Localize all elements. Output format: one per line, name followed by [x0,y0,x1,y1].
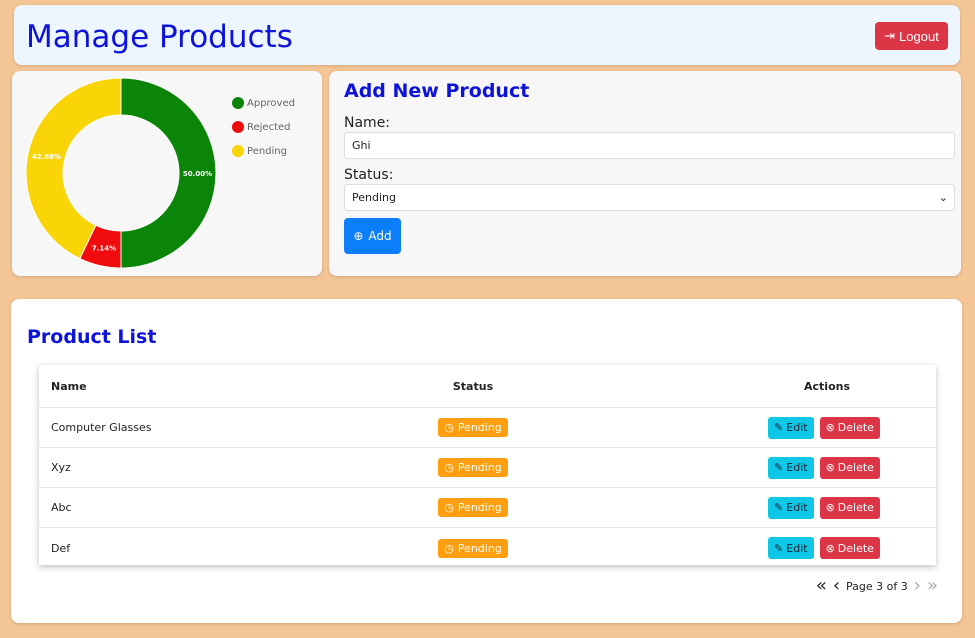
donut-chart: 50.00% 7.14% 42.86% [25,77,217,269]
legend-label-pending: Pending [247,145,287,157]
table-row: Def ◷ Pending ✎ Edit ⊗ Delete [39,528,936,568]
status-badge: ◷ Pending [438,458,508,477]
delete-icon: ⊗ [825,541,835,555]
name-input-value: Ghi [352,139,371,152]
product-name: Computer Glasses [51,421,152,434]
status-cell: ◷ Pending [373,408,573,447]
product-name: Abc [51,501,72,514]
chart-legend: Approved Rejected Pending [232,91,295,163]
page-title: Manage Products [26,19,293,55]
edit-icon: ✎ [774,541,784,555]
edit-button[interactable]: ✎ Edit [768,456,814,479]
actions-cell: ✎ Edit ⊗ Delete [727,408,927,447]
edit-button-label: Edit [786,461,808,474]
product-name: Def [51,541,71,555]
slice-label-pending: 42.86% [32,153,61,161]
edit-icon: ✎ [774,461,784,474]
add-button[interactable]: ⊕ Add [344,218,401,254]
edit-icon: ✎ [774,501,784,514]
clock-icon: ◷ [444,541,454,555]
delete-button-label: Delete [837,501,874,514]
next-page-icon[interactable]: › [914,577,921,595]
edit-icon: ✎ [774,421,784,434]
status-chart-panel: 50.00% 7.14% 42.86% Approved Rejected Pend… [12,71,322,276]
table-row: Computer Glasses ◷ Pending ✎ Edit ⊗ Delete [39,408,936,448]
last-page-icon[interactable]: » [927,577,938,595]
status-select-value: Pending [352,191,396,204]
legend-item-approved[interactable]: Approved [232,91,295,115]
name-label: Name: [344,115,391,131]
table-row: Abc ◷ Pending ✎ Edit ⊗ Delete [39,488,936,528]
page-header: Manage Products ⇥ Logout [14,5,960,65]
delete-icon: ⊗ [825,421,835,434]
status-cell: ◷ Pending [373,448,573,487]
column-header-actions: Actions [804,379,850,393]
delete-button-label: Delete [837,461,874,474]
status-badge: ◷ Pending [438,418,508,437]
column-header-status: Status [452,379,494,393]
logout-label: Logout [899,28,939,44]
edit-button[interactable]: ✎ Edit [768,537,814,559]
edit-button[interactable]: ✎ Edit [768,416,814,439]
legend-label-rejected: Rejected [247,121,291,133]
table-header: Name Status Actions [39,365,936,408]
status-select[interactable]: Pending ⌄ [344,184,955,211]
product-table: Name Status Actions Computer Glasses ◷ Pe… [39,365,936,565]
actions-cell: ✎ Edit ⊗ Delete [727,448,927,487]
list-title: Product List [27,326,157,348]
add-product-form: Add New Product Name: Ghi Status: Pendin… [329,71,961,276]
form-title: Add New Product [344,80,530,102]
previous-page-icon[interactable]: ‹ [833,577,840,595]
clock-icon: ◷ [444,461,454,474]
status-badge: ◷ Pending [438,538,508,558]
column-header-name: Name [51,379,87,393]
product-list-panel: Product List Name Status Actions Compute… [11,299,962,623]
actions-cell: ✎ Edit ⊗ Delete [727,488,927,527]
status-label: Status: [344,167,394,183]
delete-button-label: Delete [837,421,874,434]
table-row: Xyz ◷ Pending ✎ Edit ⊗ Delete [39,448,936,488]
legend-swatch-pending [232,145,244,157]
logout-icon: ⇥ [884,28,896,43]
add-button-label: Add [368,229,392,243]
legend-swatch-approved [232,97,244,109]
delete-button[interactable]: ⊗ Delete [819,537,880,559]
legend-item-rejected[interactable]: Rejected [232,115,295,139]
legend-item-pending[interactable]: Pending [232,139,295,163]
legend-swatch-rejected [232,121,244,133]
status-cell: ◷ Pending [373,528,573,568]
pagination: « ‹ Page 3 of 3 › » [816,577,938,595]
status-badge-label: Pending [457,421,502,434]
clock-icon: ◷ [444,421,454,434]
delete-button[interactable]: ⊗ Delete [819,496,880,519]
edit-button[interactable]: ✎ Edit [768,496,814,519]
legend-label-approved: Approved [247,97,295,109]
product-name: Xyz [51,461,71,474]
delete-button[interactable]: ⊗ Delete [819,416,880,439]
logout-button[interactable]: ⇥ Logout [875,22,948,50]
status-cell: ◷ Pending [373,488,573,527]
page-indicator: Page 3 of 3 [846,579,908,593]
edit-button-label: Edit [786,541,808,555]
actions-cell: ✎ Edit ⊗ Delete [727,528,927,568]
delete-icon: ⊗ [825,461,835,474]
delete-button[interactable]: ⊗ Delete [819,456,880,479]
chevron-down-icon: ⌄ [938,191,948,204]
slice-label-approved: 50.00% [183,170,212,178]
status-badge-label: Pending [457,501,502,514]
status-badge-label: Pending [457,461,502,474]
edit-button-label: Edit [786,421,808,434]
edit-button-label: Edit [786,501,808,514]
first-page-icon[interactable]: « [816,577,827,595]
slice-label-rejected: 7.14% [92,245,116,253]
status-badge-label: Pending [457,541,502,555]
plus-circle-icon: ⊕ [353,229,364,243]
name-input[interactable]: Ghi [344,132,955,159]
delete-button-label: Delete [837,541,874,555]
clock-icon: ◷ [444,501,454,514]
status-badge: ◷ Pending [438,498,508,517]
delete-icon: ⊗ [825,501,835,514]
